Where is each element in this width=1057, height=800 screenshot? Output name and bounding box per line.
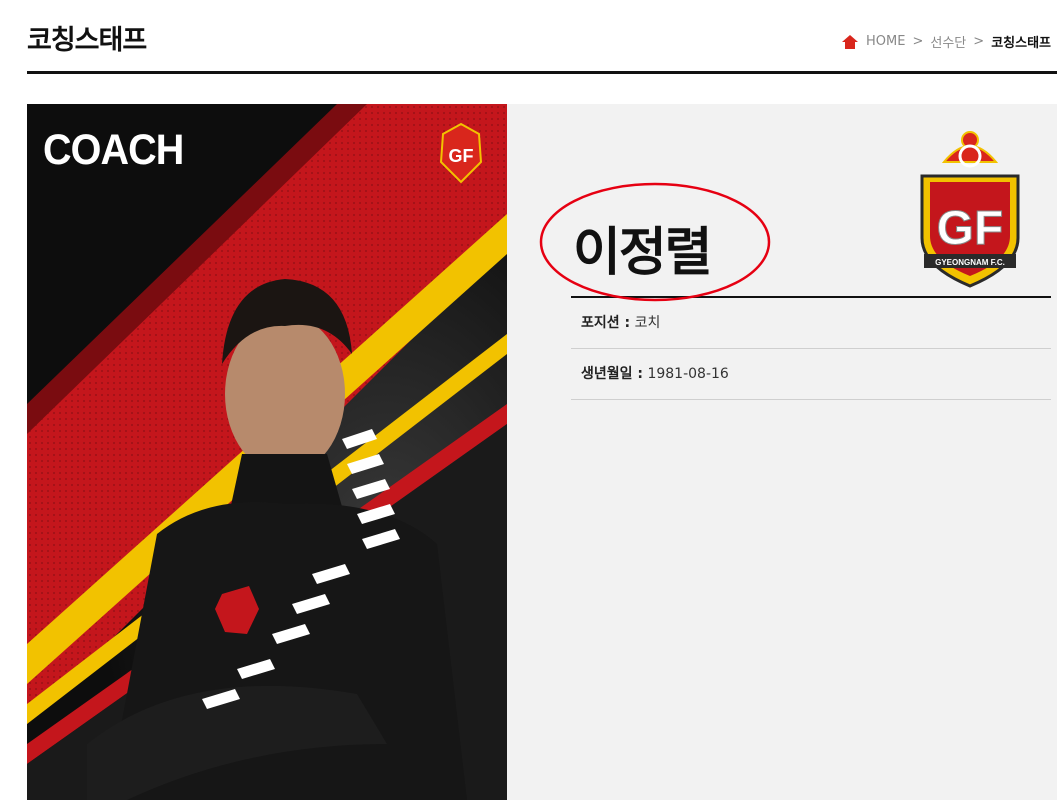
club-crest-logo: GF GYEONGNAM F.C. xyxy=(920,131,1020,288)
page-header: 코칭스태프 HOME > 선수단 > 코칭스태프 xyxy=(27,0,1057,74)
breadcrumb-section-link[interactable]: 선수단 xyxy=(930,32,966,51)
coach-label: COACH xyxy=(43,126,184,174)
breadcrumb-current: 코칭스태프 xyxy=(991,36,1051,51)
breadcrumb: HOME > 선수단 > 코칭스태프 xyxy=(842,32,1051,51)
breadcrumb-separator: > xyxy=(912,34,924,49)
breadcrumb-home-link[interactable]: HOME xyxy=(866,34,905,49)
player-name: 이정렬 xyxy=(573,223,713,283)
page-title: 코칭스태프 xyxy=(27,25,147,56)
position-value: 코치 xyxy=(634,315,661,331)
club-crest-text: GYEONGNAM F.C. xyxy=(935,258,1005,267)
breadcrumb-separator: > xyxy=(973,34,985,49)
birthdate-key: 생년월일 : xyxy=(581,366,643,382)
info-row-birthdate: 생년월일 : 1981-08-16 xyxy=(571,349,1051,400)
position-key: 포지션 : xyxy=(581,315,631,331)
home-icon[interactable] xyxy=(842,34,859,49)
coach-photo: GF COACH xyxy=(27,104,507,800)
svg-text:GF: GF xyxy=(937,202,1004,255)
info-row-position: 포지션 : 코치 xyxy=(571,298,1051,349)
birthdate-value: 1981-08-16 xyxy=(647,366,729,382)
svg-text:GF: GF xyxy=(449,146,474,166)
coach-photo-artwork: GF xyxy=(27,104,507,800)
